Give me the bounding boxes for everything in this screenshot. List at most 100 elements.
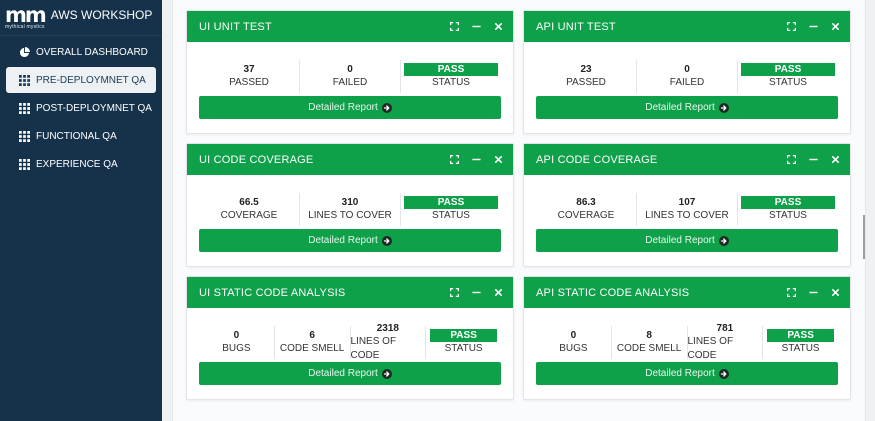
sidebar-item-pre-deploymnet-qa[interactable]: PRE-DEPLOYMNET QA (6, 67, 156, 93)
card-tools (786, 277, 840, 308)
stat-label: LINES TO COVER (645, 210, 729, 221)
button-label: Detailed Report (308, 368, 378, 379)
sidebar-item-post-deploymnet-qa[interactable]: POST-DEPLOYMNET QA (6, 95, 156, 121)
stat-value: 37 (243, 64, 255, 75)
stat-status: PASS STATUS (738, 60, 838, 93)
sidebar-item-overall-dashboard[interactable]: OVERALL DASHBOARD (6, 39, 156, 65)
card-header: UI STATIC CODE ANALYSIS (187, 277, 513, 308)
stat-value: 2318 (376, 323, 399, 334)
status-badge: PASS (430, 329, 498, 342)
stat-value: 0 (570, 330, 577, 341)
expand-icon[interactable] (449, 288, 459, 298)
minimize-icon[interactable] (808, 288, 818, 298)
stat-value: 6 (309, 330, 315, 341)
stat-status: PASS STATUS (426, 326, 501, 359)
close-icon[interactable] (830, 288, 840, 298)
stat-value: 781 (716, 323, 734, 334)
stat-label: STATUS (432, 210, 470, 221)
stat-label: LINES TO COVER (308, 210, 392, 221)
expand-icon[interactable] (786, 22, 796, 32)
minimize-icon[interactable] (471, 288, 481, 298)
card-header: API UNIT TEST (524, 11, 850, 42)
card-tools (786, 144, 840, 175)
stat-label: LINES OF CODE (350, 336, 397, 361)
card-api-code-coverage: API CODE COVERAGE 86.3 COVERAGE 107 LINES TO… (523, 143, 851, 267)
stat-label: LINES OF CODE (687, 336, 734, 361)
card-title: API UNIT TEST (536, 20, 616, 33)
grid-icon (18, 158, 30, 170)
dashboard-content[interactable]: UI UNIT TEST 37 PASSED 0 FAILED PASS STATUS Det… (172, 0, 866, 421)
sidebar-item-label: FUNCTIONAL QA (36, 130, 117, 142)
minimize-icon[interactable] (471, 155, 481, 165)
detailed-report-button[interactable]: Detailed Report (199, 362, 501, 385)
expand-icon[interactable] (449, 155, 459, 165)
card-stats: 66.5 COVERAGE 310 LINES TO COVER PASS STATUS (199, 193, 501, 226)
expand-icon[interactable] (786, 288, 796, 298)
stat-code-smell: 8 CODE SMELL (612, 326, 688, 359)
sidebar-item-label: EXPERIENCE QA (36, 158, 118, 170)
stat-value: 0 (233, 330, 240, 341)
arrow-right-circle-icon (381, 102, 392, 113)
close-icon[interactable] (493, 155, 503, 165)
card-api-unit-test: API UNIT TEST 23 PASSED 0 FAILED PASS STATUS De… (523, 10, 851, 134)
sidebar-item-experience-qa[interactable]: EXPERIENCE QA (6, 151, 156, 177)
expand-icon[interactable] (449, 22, 459, 32)
sidebar-nav: OVERALL DASHBOARD PRE-DEPLOYMNET QA POST-D… (0, 39, 162, 177)
stat-value: 86.3 (576, 197, 596, 208)
minimize-icon[interactable] (808, 22, 818, 32)
arrow-right-circle-icon (381, 368, 392, 379)
stat-label: STATUS (769, 210, 807, 221)
card-title: API CODE COVERAGE (536, 153, 658, 166)
sidebar-item-label: OVERALL DASHBOARD (36, 46, 148, 58)
card-tools (449, 277, 503, 308)
stat-value: 310 (341, 197, 359, 208)
button-label: Detailed Report (308, 235, 378, 246)
detailed-report-button[interactable]: Detailed Report (199, 96, 501, 119)
detailed-report-button[interactable]: Detailed Report (536, 96, 838, 119)
sidebar-item-label: POST-DEPLOYMNET QA (36, 102, 152, 114)
brand-logo[interactable]: mm mythical mystics (5, 5, 47, 30)
card-stats: 0 BUGS 6 CODE SMELL 2318 LINES OF CODE PASS STA… (199, 323, 501, 361)
minimize-icon[interactable] (808, 155, 818, 165)
card-tools (786, 11, 840, 42)
minimize-icon[interactable] (471, 22, 481, 32)
stat-bugs: 0 BUGS (199, 326, 275, 359)
scrollbar-thumb[interactable] (863, 215, 865, 259)
stat-lines-of-code: 781 LINES OF CODE (688, 323, 764, 361)
stat-passed: 23 PASSED (536, 60, 637, 93)
button-label: Detailed Report (645, 102, 715, 113)
detailed-report-button[interactable]: Detailed Report (536, 229, 838, 252)
stat-failed: 0 FAILED (300, 60, 401, 93)
detailed-report-button[interactable]: Detailed Report (536, 362, 838, 385)
stat-status: PASS STATUS (401, 193, 501, 226)
sidebar-item-label: PRE-DEPLOYMNET QA (36, 74, 146, 86)
button-label: Detailed Report (308, 102, 378, 113)
brand-header: mm mythical mystics AWS WORKSHOP (0, 0, 162, 36)
close-icon[interactable] (493, 288, 503, 298)
pie-chart-icon (18, 46, 30, 58)
card-title: API STATIC CODE ANALYSIS (536, 286, 690, 299)
stat-label: STATUS (781, 343, 820, 354)
card-stats: 37 PASSED 0 FAILED PASS STATUS (199, 60, 501, 93)
close-icon[interactable] (830, 155, 840, 165)
stat-passed: 37 PASSED (199, 60, 300, 93)
close-icon[interactable] (493, 22, 503, 32)
status-badge: PASS (741, 63, 835, 76)
card-stats: 86.3 COVERAGE 107 LINES TO COVER PASS STATUS (536, 193, 838, 226)
stat-label: FAILED (669, 77, 705, 88)
status-badge: PASS (767, 329, 835, 342)
stat-value: 23 (580, 64, 592, 75)
card-title: UI UNIT TEST (199, 20, 272, 33)
sidebar-item-functional-qa[interactable]: FUNCTIONAL QA (6, 123, 156, 149)
close-icon[interactable] (830, 22, 840, 32)
stat-label: COVERAGE (557, 210, 615, 221)
detailed-report-button[interactable]: Detailed Report (199, 229, 501, 252)
button-label: Detailed Report (645, 368, 715, 379)
stat-lines-to-cover: 310 LINES TO COVER (300, 193, 401, 226)
expand-icon[interactable] (786, 155, 796, 165)
stat-value: 66.5 (239, 197, 259, 208)
arrow-right-circle-icon (718, 102, 729, 113)
card-title: UI STATIC CODE ANALYSIS (199, 286, 346, 299)
card-ui-code-coverage: UI CODE COVERAGE 66.5 COVERAGE 310 LINES TO … (186, 143, 514, 267)
stat-label: PASSED (566, 77, 606, 88)
